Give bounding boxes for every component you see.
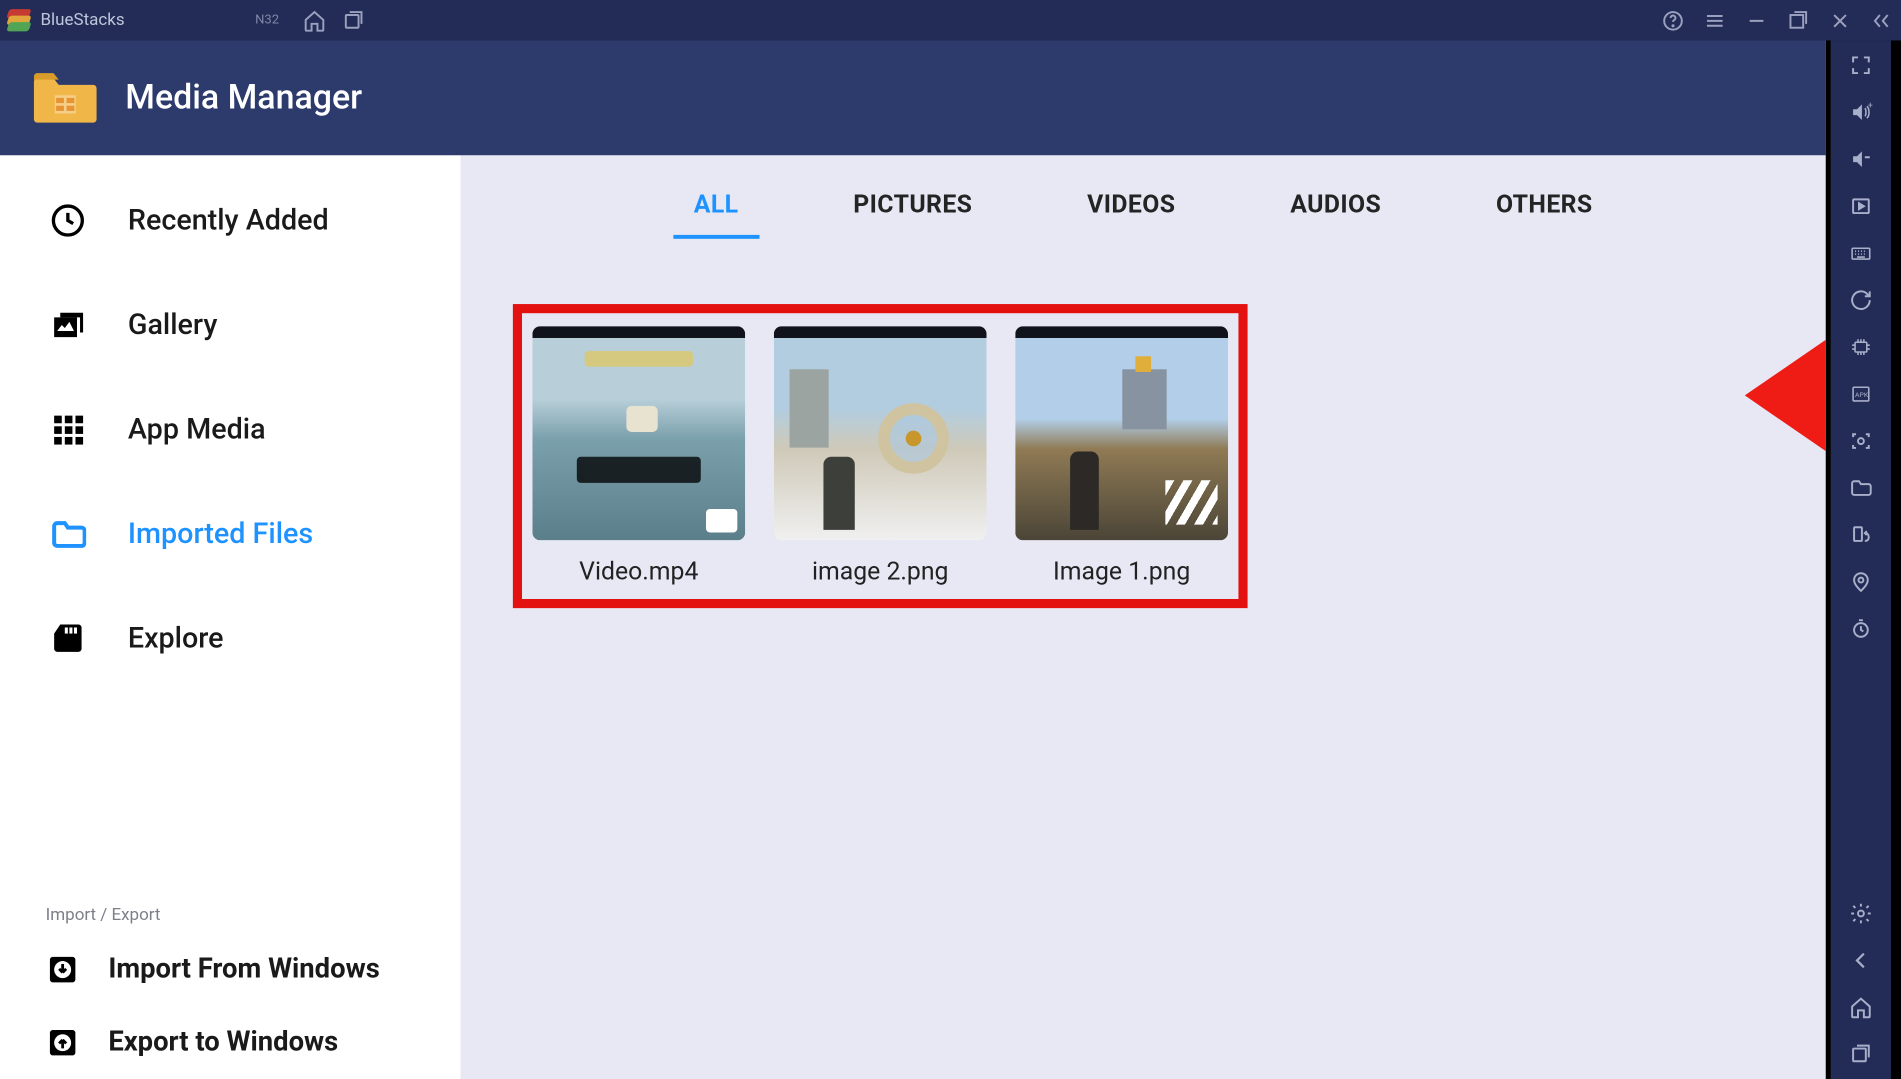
bluestacks-logo-icon: [8, 9, 30, 31]
location-icon[interactable]: [1849, 570, 1872, 593]
page-title: Media Manager: [125, 78, 362, 117]
file-thumbnail: [774, 326, 987, 540]
close-icon[interactable]: [1828, 8, 1851, 31]
back-icon[interactable]: [1849, 949, 1872, 972]
sidebar-item-label: Gallery: [128, 309, 218, 342]
file-card[interactable]: Image 1.png: [1015, 326, 1228, 586]
sidebar-action-export[interactable]: Export to Windows: [0, 1006, 461, 1079]
apk-icon[interactable]: APK: [1849, 382, 1872, 405]
tab-others[interactable]: OTHERS: [1475, 181, 1613, 238]
folder-icon: [31, 69, 99, 126]
callout-highlight-box: Video.mp4: [513, 304, 1248, 608]
sidebar-item-imported-files[interactable]: Imported Files: [0, 482, 461, 586]
file-thumbnail: [532, 326, 745, 540]
callout-arrow-icon: [1745, 324, 1826, 468]
titlebar: BlueStacks N32: [0, 0, 1901, 40]
folder-open-icon[interactable]: [1849, 476, 1872, 499]
keyboard-icon[interactable]: [1849, 241, 1872, 264]
volume-up-icon[interactable]: +: [1849, 100, 1872, 123]
file-name: Image 1.png: [1015, 556, 1228, 586]
file-card[interactable]: image 2.png: [774, 326, 987, 586]
file-card[interactable]: Video.mp4: [532, 326, 745, 586]
recents-panel-icon[interactable]: [1849, 1043, 1872, 1066]
file-thumbnail: [1015, 326, 1228, 540]
sidebar-section-label: Import / Export: [0, 898, 461, 933]
maximize-icon[interactable]: [1787, 8, 1810, 31]
sd-card-icon: [50, 620, 87, 657]
tabs: ALL PICTURES VIDEOS AUDIOS OTHERS: [461, 155, 1826, 239]
chip-icon[interactable]: [1849, 335, 1872, 358]
settings-icon[interactable]: [1849, 902, 1872, 925]
home-panel-icon[interactable]: [1849, 996, 1872, 1019]
sync-icon[interactable]: [1849, 288, 1872, 311]
sidebar-item-label: Imported Files: [128, 517, 313, 550]
gallery-icon: [50, 307, 87, 344]
export-icon: [46, 1026, 80, 1060]
tab-pictures[interactable]: PICTURES: [832, 181, 993, 238]
sidebar: Recently Added Gallery App Media Importe…: [0, 155, 461, 1079]
tab-all[interactable]: ALL: [673, 181, 759, 238]
sidebar-action-label: Import From Windows: [108, 954, 379, 985]
video-indicator-icon: [706, 509, 737, 532]
fullscreen-icon[interactable]: [1849, 54, 1872, 77]
file-name: Video.mp4: [532, 556, 745, 586]
rotate-icon[interactable]: [1849, 523, 1872, 546]
app-name: BlueStacks: [40, 10, 124, 30]
sidebar-item-label: App Media: [128, 413, 266, 446]
content-area: ALL PICTURES VIDEOS AUDIOS OTHERS: [461, 155, 1826, 1079]
tab-videos[interactable]: VIDEOS: [1066, 181, 1196, 238]
minimize-icon[interactable]: [1745, 8, 1768, 31]
app-body: Media Manager Recently Added Gallery: [0, 40, 1831, 1079]
svg-text:+: +: [1868, 101, 1873, 111]
sidebar-action-import[interactable]: Import From Windows: [0, 933, 461, 1006]
recents-icon[interactable]: [342, 8, 365, 31]
screenshot-icon[interactable]: [1849, 429, 1872, 452]
sidebar-item-recently-added[interactable]: Recently Added: [0, 168, 461, 272]
sidebar-item-app-media[interactable]: App Media: [0, 377, 461, 481]
sidebar-item-label: Explore: [128, 622, 224, 655]
collapse-sidebar-icon[interactable]: [1870, 8, 1893, 31]
apps-grid-icon: [50, 411, 87, 448]
file-name: image 2.png: [774, 556, 987, 586]
app-header: Media Manager: [0, 40, 1826, 155]
hamburger-menu-icon[interactable]: [1703, 8, 1726, 31]
tab-audios[interactable]: AUDIOS: [1269, 181, 1402, 238]
home-icon[interactable]: [303, 8, 326, 31]
sidebar-item-explore[interactable]: Explore: [0, 586, 461, 690]
instance-badge: N32: [255, 13, 279, 27]
sidebar-action-label: Export to Windows: [108, 1027, 338, 1058]
clock-icon: [50, 202, 87, 239]
svg-text:APK: APK: [1855, 391, 1869, 399]
sidebar-item-gallery[interactable]: Gallery: [0, 273, 461, 377]
folder-outline-icon: [50, 515, 87, 552]
volume-down-icon[interactable]: [1849, 147, 1872, 170]
sidebar-item-label: Recently Added: [128, 204, 329, 237]
help-icon[interactable]: [1661, 8, 1684, 31]
import-icon: [46, 953, 80, 987]
side-toolbar: + APK: [1831, 40, 1891, 1079]
play-square-icon[interactable]: [1849, 194, 1872, 217]
timer-icon[interactable]: [1849, 617, 1872, 640]
